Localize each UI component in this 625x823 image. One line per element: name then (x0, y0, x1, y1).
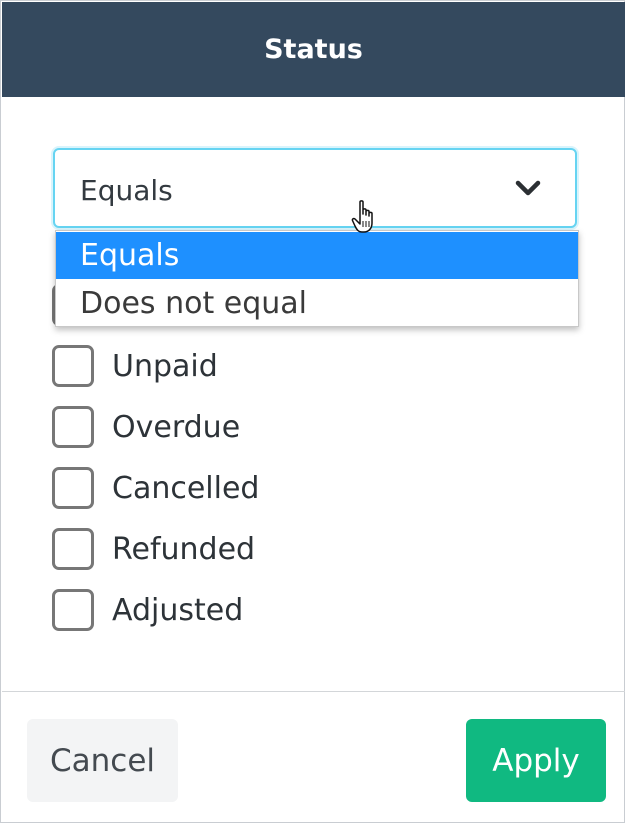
chevron-down-icon (515, 180, 541, 196)
checkbox-label: Refunded (112, 531, 256, 567)
option-label: Equals (80, 238, 180, 273)
footer-divider (2, 691, 625, 692)
apply-button-label: Apply (492, 742, 580, 779)
checkbox-row-cancelled[interactable]: Cancelled (52, 467, 259, 509)
checkbox-label: Overdue (112, 409, 241, 445)
checkbox-row-adjusted[interactable]: Adjusted (52, 589, 243, 631)
checkbox-label: Adjusted (112, 592, 244, 628)
option-label: Does not equal (80, 286, 307, 321)
cancel-button[interactable]: Cancel (27, 719, 178, 802)
cancel-button-label: Cancel (49, 742, 156, 779)
checkbox-unpaid[interactable] (52, 345, 94, 387)
checkbox-label: Cancelled (112, 470, 260, 506)
checkbox-row-unpaid[interactable]: Unpaid (52, 345, 218, 387)
checkbox-cancelled[interactable] (52, 467, 94, 509)
apply-button[interactable]: Apply (466, 719, 606, 802)
checkbox-row-refunded[interactable]: Refunded (52, 528, 255, 570)
checkbox-row-overdue[interactable]: Overdue (52, 406, 240, 448)
operator-select-value: Equals (80, 174, 173, 207)
hand-pointer-icon (351, 200, 373, 233)
option-does-not-equal[interactable]: Does not equal (56, 280, 578, 327)
operator-select[interactable]: Equals (53, 148, 577, 228)
checkbox-label: Unpaid (112, 348, 218, 384)
panel-header: Status (2, 2, 625, 97)
option-equals[interactable]: Equals (56, 232, 578, 279)
status-filter-panel: Status Equals Equals Does not equal Unpa… (0, 0, 625, 823)
panel-title: Status (264, 34, 363, 65)
checkbox-refunded[interactable] (52, 528, 94, 570)
checkbox-adjusted[interactable] (52, 589, 94, 631)
operator-dropdown-list: Equals Does not equal (55, 230, 579, 327)
checkbox-overdue[interactable] (52, 406, 94, 448)
